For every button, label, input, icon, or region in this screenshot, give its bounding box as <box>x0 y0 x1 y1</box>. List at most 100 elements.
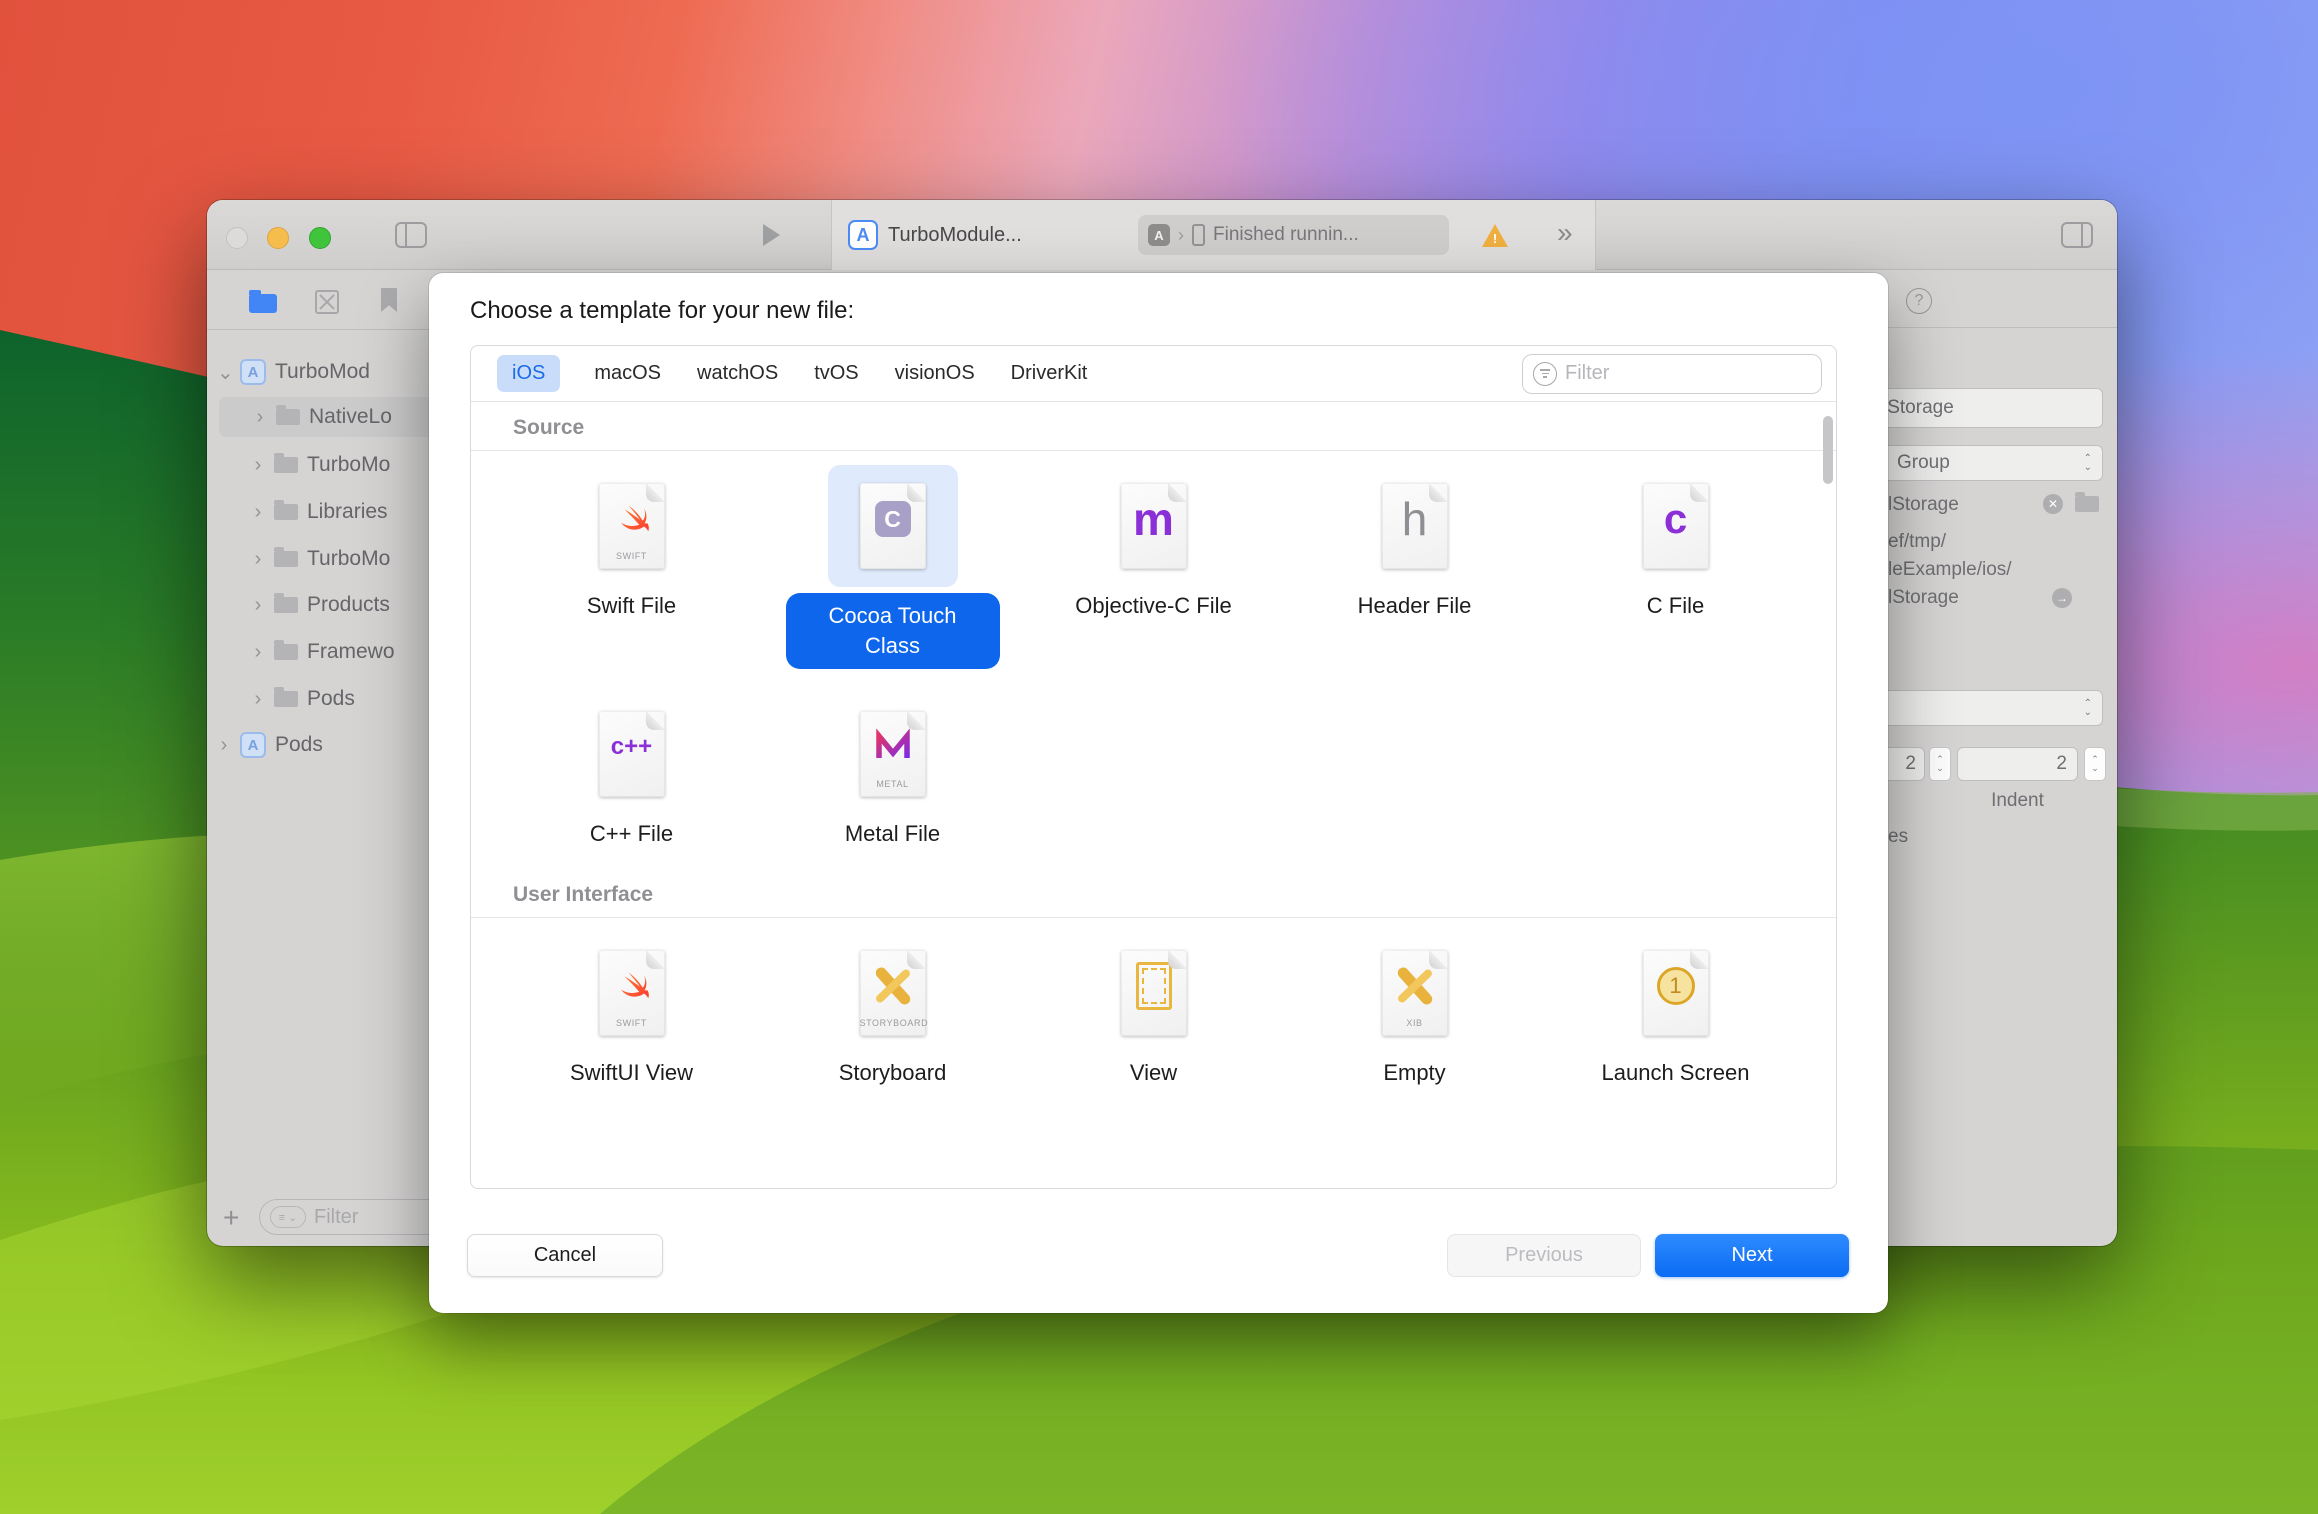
add-button[interactable]: + <box>223 1202 239 1234</box>
left-sidebar-toggle-icon[interactable] <box>395 222 427 248</box>
template-swift-file[interactable]: SWIFT Swift File <box>501 465 762 669</box>
chevron-right-icon[interactable]: › <box>251 594 265 617</box>
tree-label: Libraries <box>307 500 388 523</box>
crossref-navigator-icon[interactable] <box>315 290 339 314</box>
next-button[interactable]: Next <box>1655 1234 1849 1277</box>
previous-button[interactable]: Previous <box>1447 1234 1641 1277</box>
file-name-value: lStorage <box>1883 397 1954 418</box>
clear-icon[interactable]: ✕ <box>2043 494 2063 514</box>
template-header-file[interactable]: h Header File <box>1284 465 1545 669</box>
folder-icon <box>274 453 298 473</box>
chevron-right-icon[interactable]: › <box>251 688 265 711</box>
dialog-title: Choose a template for your new file: <box>470 297 855 324</box>
template-cpp-file[interactable]: c++ C++ File <box>501 693 762 847</box>
template-scroll-area[interactable]: Source SWIFT Swift File C Cocoa Touch Cl… <box>471 402 1836 1188</box>
text-settings-dropdown[interactable]: ⌃ ⌄ <box>1870 690 2103 726</box>
platform-tab-bar: iOS macOS watchOS tvOS visionOS DriverKi… <box>471 346 1836 402</box>
template-label: C++ File <box>589 821 674 846</box>
folder-icon[interactable] <box>2075 492 2099 512</box>
chevron-right-icon[interactable]: › <box>251 548 265 571</box>
tree-label: TurboMod <box>275 360 370 383</box>
scrollbar-thumb[interactable] <box>1823 416 1833 484</box>
double-chevron-icon[interactable]: » <box>1557 217 1573 249</box>
file-name-field[interactable]: lStorage <box>1870 388 2103 428</box>
stepper-control[interactable]: ⌃ ⌄ <box>1929 747 1951 781</box>
section-title-source: Source <box>513 416 585 439</box>
template-label: Launch Screen <box>1601 1060 1750 1085</box>
folder-icon <box>274 593 298 613</box>
chevron-right-icon[interactable]: › <box>253 406 267 429</box>
source-template-grid: SWIFT Swift File C Cocoa Touch Class m O… <box>471 451 1836 869</box>
tree-label: Pods <box>275 733 323 756</box>
tree-label: Products <box>307 593 390 616</box>
chevron-down-icon[interactable]: ⌄ <box>217 360 234 385</box>
project-icon: A <box>240 732 266 758</box>
template-cocoa-touch-class[interactable]: C Cocoa Touch Class <box>762 465 1023 669</box>
tab-ios[interactable]: iOS <box>497 355 561 392</box>
icon-caption: METAL <box>876 779 909 789</box>
tree-label: TurboMo <box>307 453 391 476</box>
tab-tvos[interactable]: tvOS <box>812 355 860 392</box>
tree-label: NativeLo <box>309 405 392 428</box>
app-scheme-icon: A <box>1148 224 1170 246</box>
status-text: Finished runnin... <box>1213 224 1359 245</box>
template-storyboard[interactable]: STORYBOARD Storyboard <box>762 932 1023 1086</box>
indent-label: Indent <box>1991 790 2044 811</box>
wrap-lines-label: es <box>1888 826 1909 847</box>
type-dropdown[interactable]: Group ⌃ ⌄ <box>1870 445 2103 481</box>
template-label: Objective-C File <box>1075 593 1232 618</box>
location-file-label: lStorage <box>1888 494 1959 515</box>
filter-input[interactable] <box>1565 362 1795 385</box>
template-label: Empty <box>1383 1060 1446 1085</box>
template-filter-field[interactable] <box>1522 353 1822 394</box>
stepper-chevrons-icon: ⌃ ⌄ <box>2083 453 2092 473</box>
icon-caption: XIB <box>1406 1018 1423 1028</box>
arrow-jump-icon[interactable]: → <box>2052 588 2072 608</box>
swiftui-view-icon: SWIFT <box>598 950 665 1036</box>
chevron-right-icon[interactable]: › <box>251 454 265 477</box>
chevron-right-icon[interactable]: › <box>251 641 265 664</box>
template-launch-screen[interactable]: 1 Launch Screen <box>1545 932 1806 1086</box>
indent-width-field[interactable]: 2 <box>1957 747 2078 781</box>
template-swiftui-view[interactable]: SWIFT SwiftUI View <box>501 932 762 1086</box>
template-label: Swift File <box>586 593 677 618</box>
bookmark-navigator-icon[interactable] <box>381 288 397 312</box>
full-path-text: ef/tmp/ leExample/ios/ lStorage <box>1888 531 2012 608</box>
tab-watchos[interactable]: watchOS <box>695 355 780 392</box>
activity-status[interactable]: A › Finished runnin... <box>1138 215 1449 255</box>
project-navigator-icon[interactable] <box>249 290 277 313</box>
chevron-right-icon[interactable]: › <box>217 734 231 757</box>
template-label-selected: Cocoa Touch Class <box>785 593 1000 669</box>
tab-macos[interactable]: macOS <box>592 355 663 392</box>
tree-label: TurboMo <box>307 547 391 570</box>
right-sidebar-toggle-icon[interactable] <box>2061 222 2093 248</box>
stepper-control[interactable]: ⌃ ⌄ <box>2084 747 2106 781</box>
empty-xib-icon: XIB <box>1381 950 1448 1036</box>
template-objective-c-file[interactable]: m Objective-C File <box>1023 465 1284 669</box>
tree-label: Pods <box>307 687 355 710</box>
template-empty[interactable]: XIB Empty <box>1284 932 1545 1086</box>
folder-icon <box>276 405 300 425</box>
cancel-button[interactable]: Cancel <box>467 1234 663 1277</box>
icon-caption: STORYBOARD <box>859 1018 929 1028</box>
titlebar[interactable]: A TurboModule... A › Finished runnin... … <box>207 200 2117 270</box>
stepper-chevrons-icon: ⌃ ⌄ <box>2083 698 2092 718</box>
objective-c-file-icon: m <box>1120 483 1187 569</box>
run-button-icon[interactable] <box>763 224 780 246</box>
ui-template-grid: SWIFT SwiftUI View STORYBOARD Storyboard <box>471 918 1836 1108</box>
template-chooser: iOS macOS watchOS tvOS visionOS DriverKi… <box>470 345 1837 1189</box>
template-label: Metal File <box>844 821 941 846</box>
filter-placeholder: Filter <box>314 1205 359 1228</box>
template-c-file[interactable]: c C File <box>1545 465 1806 669</box>
template-metal-file[interactable]: METAL Metal File <box>762 693 1023 847</box>
indent-value: 2 <box>2056 753 2067 774</box>
tab-visionos[interactable]: visionOS <box>893 355 977 392</box>
zoom-traffic-light[interactable] <box>309 227 331 249</box>
minimize-traffic-light[interactable] <box>267 227 289 249</box>
template-view[interactable]: View <box>1023 932 1284 1086</box>
close-traffic-light[interactable] <box>226 227 248 249</box>
metal-file-icon: METAL <box>859 711 926 797</box>
chevron-right-icon[interactable]: › <box>251 501 265 524</box>
help-icon[interactable]: ? <box>1906 288 1932 314</box>
tab-driverkit[interactable]: DriverKit <box>1009 355 1090 392</box>
